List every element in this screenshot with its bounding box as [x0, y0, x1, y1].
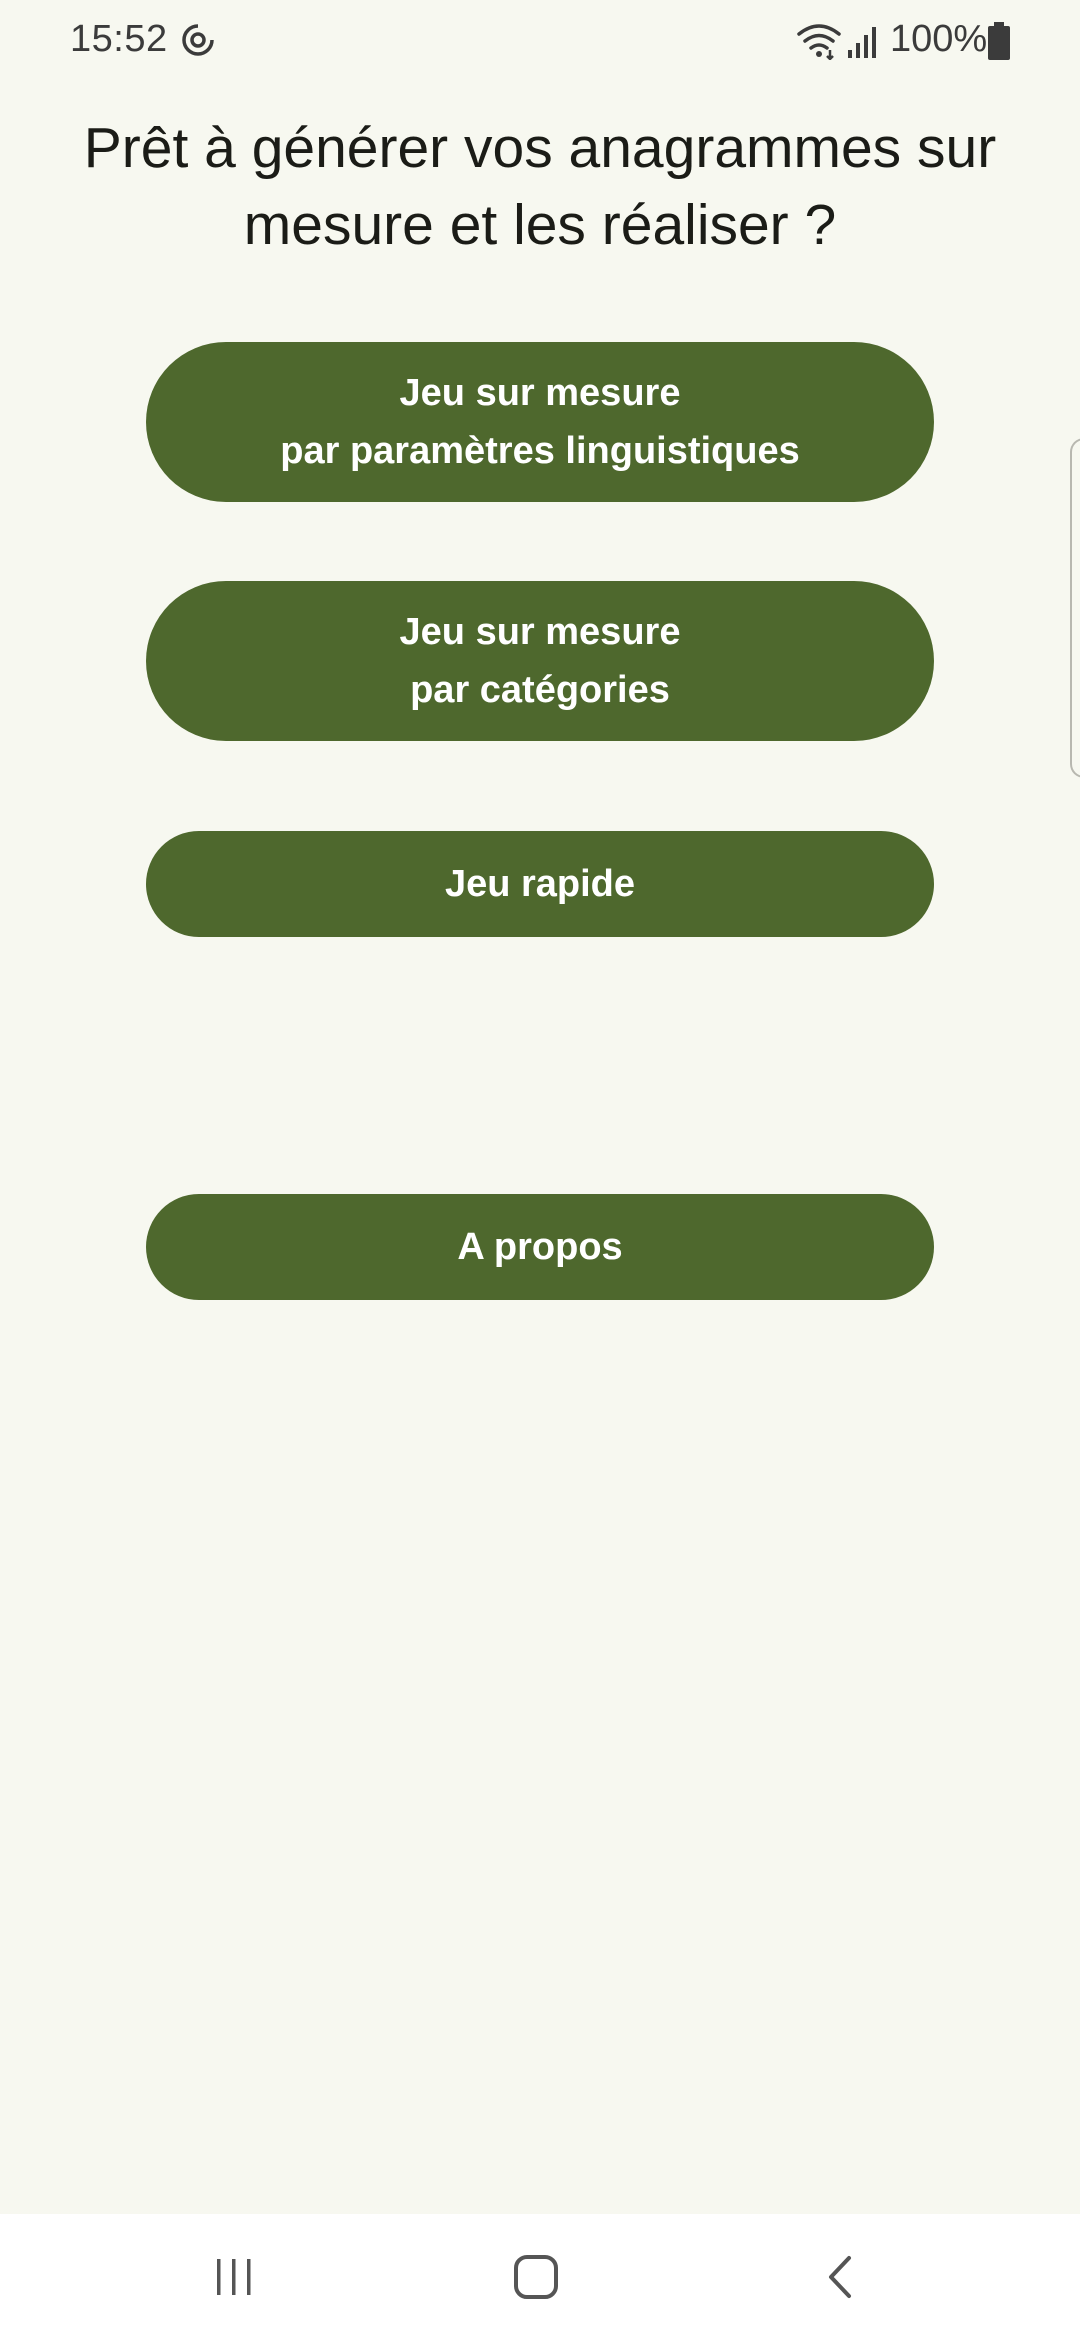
back-icon	[829, 2256, 851, 2298]
home-icon	[514, 2255, 558, 2299]
home-button[interactable]	[486, 2232, 586, 2322]
recents-button[interactable]	[184, 2232, 284, 2322]
app-notification-icon	[182, 23, 215, 56]
edge-panel-handle[interactable]	[1070, 438, 1080, 778]
wifi-icon	[797, 24, 841, 60]
battery-icon	[988, 22, 1010, 60]
signal-icon	[848, 27, 876, 58]
back-button[interactable]	[790, 2232, 890, 2322]
recents-icon	[217, 2259, 251, 2295]
page-title: Prêt à générer vos anagrammes sur mesure…	[83, 116, 997, 257]
about-button[interactable]: A propos	[146, 1194, 934, 1300]
quick-game-button[interactable]: Jeu rapide	[146, 831, 934, 937]
custom-game-categories-button[interactable]: Jeu sur mesure par catégories	[146, 581, 934, 741]
status-time: 15:52	[70, 18, 168, 60]
status-bar: 15:52 100%	[0, 0, 1080, 84]
custom-game-linguistic-button[interactable]: Jeu sur mesure par paramètres linguistiq…	[146, 342, 934, 502]
battery-percent: 100%	[890, 18, 988, 60]
navigation-bar	[0, 2214, 1080, 2340]
